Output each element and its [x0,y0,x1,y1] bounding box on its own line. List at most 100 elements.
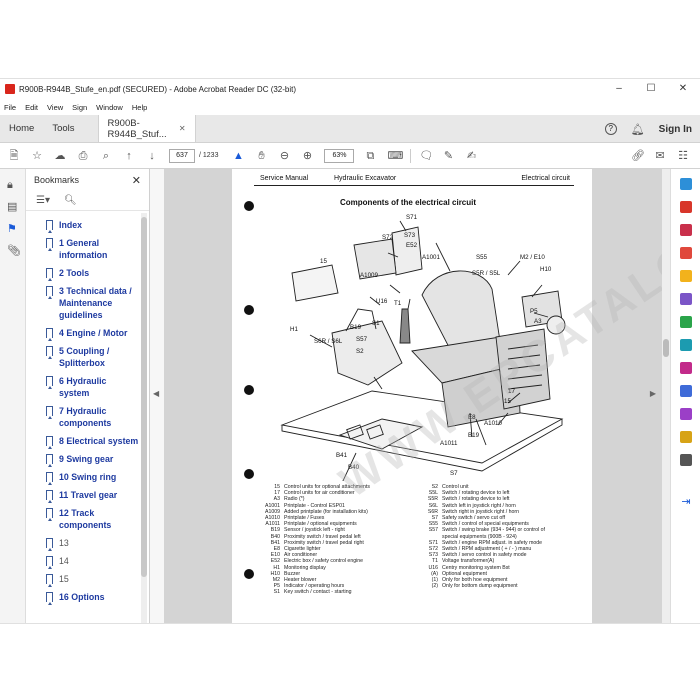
bookmark-item[interactable]: 7 Hydraulic components [46,405,139,429]
notifications-bell-icon[interactable]: 🔔︎ [631,123,645,136]
tab-tools[interactable]: Tools [43,115,83,142]
close-panel-icon[interactable]: ✕ [132,174,141,187]
page-header-right: Electrical circuit [521,175,570,182]
menu-window[interactable]: Window [96,103,123,112]
collapse-left-panel-icon[interactable]: ◀ [153,389,159,398]
page-header-left: Service Manual [260,175,309,182]
zoom-out-icon[interactable]: ⊖ [278,150,290,162]
legend-right: S2 Control unit S5L Switch / rotating devic… [422,484,545,589]
callout-label: S71 [406,214,418,221]
bookmark-star-icon[interactable]: ☆ [31,150,43,162]
bookmark-flag-icon [46,238,53,251]
bookmark-item[interactable]: 14 [46,555,139,569]
bookmark-item[interactable]: 8 Electrical system [46,435,139,449]
share-link-icon[interactable]: 🔗︎ [631,150,645,162]
expand-tools-icon[interactable]: ⇥ [680,496,692,508]
help-icon[interactable]: ? [604,123,617,135]
export-pdf-icon[interactable] [680,178,692,190]
collapse-right-panel-icon[interactable]: ▶ [650,389,656,398]
bookmark-label: Index [59,220,82,230]
create-pdf-tool-icon[interactable] [680,201,692,213]
protect-icon[interactable] [680,362,692,374]
bookmark-item[interactable]: 13 [46,537,139,551]
comment-tool-icon[interactable] [680,270,692,282]
attachments-icon[interactable]: 📎︎ [7,245,21,257]
menu-bar: File Edit View Sign Window Help [0,99,700,115]
comment-icon[interactable]: 🗨︎ [419,150,433,162]
upload-cloud-icon[interactable]: ☁ [54,150,66,162]
bookmark-item[interactable]: 15 [46,573,139,587]
send-for-review-icon[interactable] [680,431,692,443]
keyboard-icon[interactable]: ⌨ [387,150,403,162]
print-icon[interactable]: ⎙ [77,150,89,162]
close-window-button[interactable]: ✕ [668,79,698,99]
menu-view[interactable]: View [47,103,63,112]
tab-home[interactable]: Home [0,115,43,142]
bookmarks-panel: Bookmarks ✕ ☰▾ 🔍︎ Index 1 General informa… [26,169,150,623]
tab-document[interactable]: R900B-R944B_Stuf... ✕ [97,115,196,142]
find-bookmark-icon[interactable]: 🔍︎ [64,195,77,206]
menu-sign[interactable]: Sign [72,103,87,112]
fill-sign-tool-icon[interactable] [680,385,692,397]
punch-hole [244,569,254,579]
page-number-input[interactable]: 637 [169,148,195,163]
bookmark-label: 14 [59,556,69,566]
maximize-button[interactable]: ☐ [636,79,666,99]
previous-page-icon[interactable]: ↑ [123,150,135,162]
minimize-button[interactable]: – [604,79,634,99]
bookmark-item[interactable]: 16 Options [46,591,139,605]
callout-label: T1 [394,300,402,307]
bookmark-options-icon[interactable]: ☰▾ [36,195,50,206]
bookmark-item[interactable]: 4 Engine / Motor [46,327,139,341]
document-view[interactable]: Service Manual Hydraulic Excavator Elect… [164,169,662,623]
search-icon[interactable]: ⌕ [100,150,112,162]
combine-files-icon[interactable] [680,247,692,259]
bookmark-label: 9 Swing gear [59,454,114,464]
callout-label: 15 [320,258,327,265]
compress-pdf-icon[interactable] [680,316,692,328]
menu-help[interactable]: Help [132,103,147,112]
lock-icon[interactable]: 🔒︎ [7,179,19,191]
bookmark-item[interactable]: Index [46,219,139,233]
email-icon[interactable]: ✉ [654,150,666,162]
bookmark-item[interactable]: 10 Swing ring [46,471,139,485]
hand-tool-icon[interactable]: ✋︎ [255,150,267,162]
edit-pdf-icon[interactable] [680,224,692,236]
organize-pages-icon[interactable] [680,293,692,305]
menu-edit[interactable]: Edit [25,103,38,112]
bookmark-item[interactable]: 9 Swing gear [46,453,139,467]
bookmark-item[interactable]: 3 Technical data / Maintenance guideline… [46,285,139,321]
punch-hole [244,469,254,479]
fit-page-icon[interactable]: ⧉ [364,150,376,162]
select-cursor-icon[interactable]: ▲ [232,150,244,162]
tab-close-icon[interactable]: ✕ [179,124,186,133]
zoom-in-icon[interactable]: ⊕ [301,150,313,162]
menu-file[interactable]: File [4,103,16,112]
bookmark-item[interactable]: 1 General information [46,237,139,261]
bookmark-label: 8 Electrical system [59,436,139,446]
bookmarks-panel-icon[interactable]: ⚑ [7,223,19,235]
bookmark-flag-icon [46,286,53,299]
next-page-icon[interactable]: ↓ [146,150,158,162]
bookmark-item[interactable]: 12 Track components [46,507,139,531]
request-signature-icon[interactable] [680,408,692,420]
tools-rail: ⇥ [670,169,700,623]
bookmark-item[interactable]: 2 Tools [46,267,139,281]
page-thumbnails-icon[interactable]: ▤ [7,201,19,213]
bookmark-item[interactable]: 6 Hydraulic system [46,375,139,399]
bookmarks-scrollbar[interactable] [141,213,147,623]
zoom-level-select[interactable]: 63% [324,148,355,163]
bookmark-flag-icon [46,376,53,389]
sign-in-button[interactable]: Sign In [659,124,692,135]
highlight-pen-icon[interactable]: ✎ [442,150,454,162]
document-scrollbar[interactable] [662,169,670,623]
scan-ocr-icon[interactable] [680,339,692,351]
bookmark-flag-icon [46,328,53,341]
create-pdf-icon[interactable]: 🗎 [8,150,20,162]
fill-sign-icon[interactable]: ✍︎ [465,150,477,162]
more-tools-icon[interactable]: ☷ [677,150,689,162]
callout-label: H10 [540,266,552,273]
bookmark-item[interactable]: 5 Coupling / Splitterbox [46,345,139,369]
more-tools-settings-icon[interactable] [680,454,692,466]
bookmark-item[interactable]: 11 Travel gear [46,489,139,503]
